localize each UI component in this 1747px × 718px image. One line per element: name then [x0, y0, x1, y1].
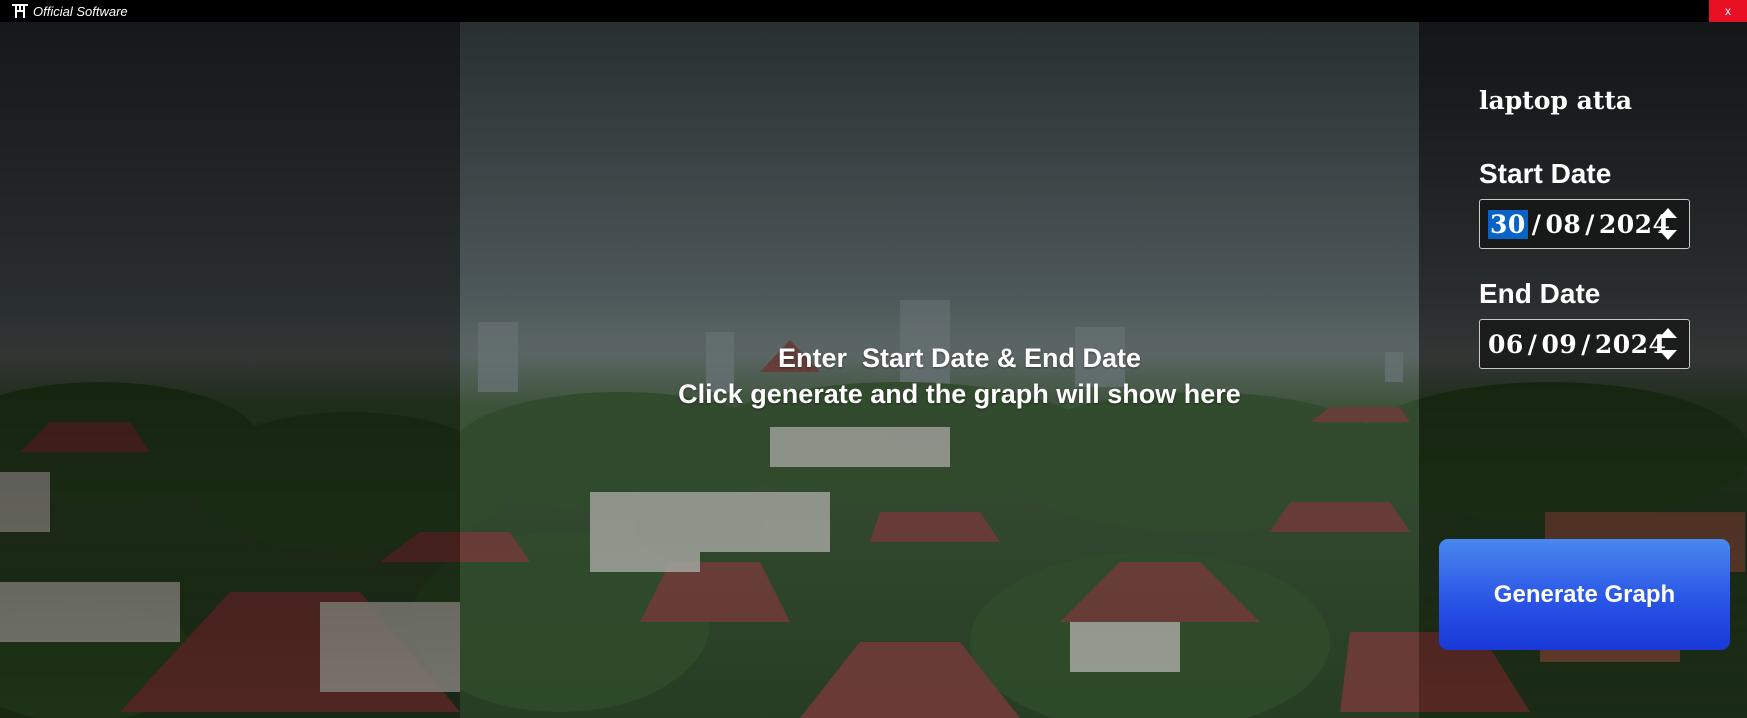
end-date-spinner[interactable] — [1653, 324, 1683, 364]
end-date-month[interactable]: 09 — [1541, 330, 1577, 359]
start-date-label: Start Date — [1479, 158, 1612, 189]
app-logo-icon — [11, 2, 29, 20]
close-button[interactable]: x — [1709, 0, 1747, 22]
date-separator: / — [1527, 329, 1538, 359]
message-line-1: Enter Start Date & End Date — [777, 343, 1142, 373]
graph-placeholder-message: Enter Start Date & End Date Click genera… — [460, 340, 1459, 412]
spin-down-icon[interactable] — [1656, 346, 1680, 364]
end-date-day[interactable]: 06 — [1488, 330, 1524, 359]
end-date-label: End Date — [1479, 278, 1601, 309]
start-date-day[interactable]: 30 — [1488, 209, 1528, 239]
message-line-2: Click generate and the graph will show h… — [678, 379, 1241, 409]
start-date-spinner[interactable] — [1653, 204, 1683, 244]
date-separator: / — [1531, 209, 1542, 239]
start-date-picker[interactable]: 30 / 08 / 2024 — [1479, 199, 1690, 249]
user-name-label: laptop atta — [1479, 86, 1633, 115]
generate-graph-button[interactable]: Generate Graph — [1439, 539, 1730, 650]
spin-up-icon[interactable] — [1656, 324, 1680, 342]
date-separator: / — [1585, 209, 1595, 239]
title-bar: Official Software x — [0, 0, 1747, 22]
spin-up-icon[interactable] — [1656, 204, 1680, 222]
left-overlay — [0, 22, 460, 718]
end-date-value[interactable]: 06 / 09 / 2024 — [1488, 330, 1666, 359]
date-separator: / — [1581, 329, 1591, 359]
start-date-month[interactable]: 08 — [1545, 210, 1581, 239]
start-date-value[interactable]: 30 / 08 / 2024 — [1488, 209, 1670, 239]
window-title: Official Software — [33, 3, 128, 19]
end-date-picker[interactable]: 06 / 09 / 2024 — [1479, 319, 1690, 369]
spin-down-icon[interactable] — [1656, 226, 1680, 244]
